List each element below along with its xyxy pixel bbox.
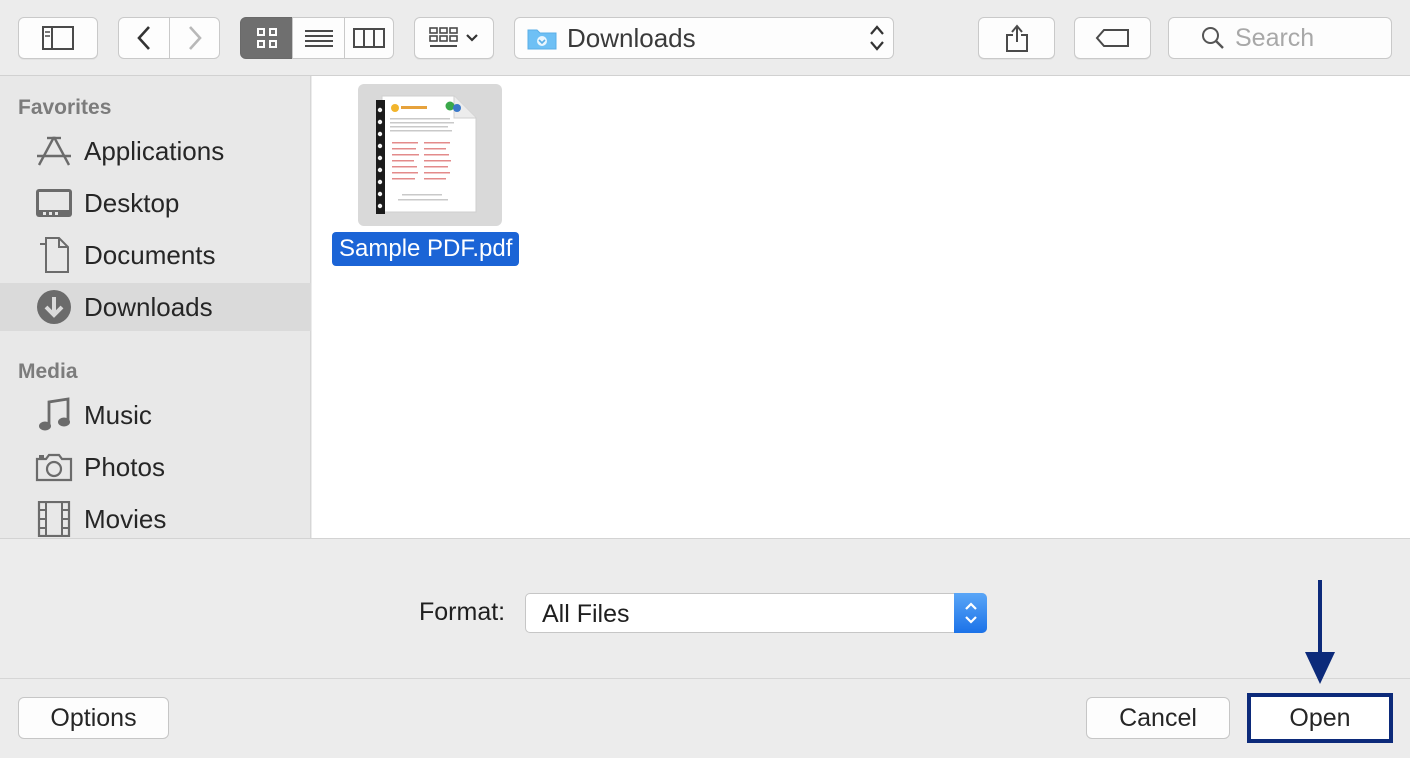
format-accessory: Format: All Files bbox=[0, 538, 1410, 678]
path-label: Downloads bbox=[567, 22, 696, 53]
open-button[interactable]: Open bbox=[1251, 697, 1389, 739]
camera-icon bbox=[34, 447, 74, 487]
sidebar-item-movies[interactable]: Movies bbox=[0, 495, 311, 543]
applications-icon bbox=[34, 131, 74, 171]
column-view-button[interactable] bbox=[344, 17, 394, 59]
icon-view-button[interactable] bbox=[240, 17, 293, 59]
format-label: Format: bbox=[419, 598, 506, 626]
film-icon bbox=[34, 499, 74, 539]
view-mode-segment bbox=[240, 17, 394, 59]
sidebar: Favorites Applications Desktop Documents… bbox=[0, 76, 311, 538]
sidebar-item-label: Documents bbox=[84, 239, 216, 270]
file-item-sample-pdf[interactable] bbox=[358, 84, 502, 226]
music-icon bbox=[34, 395, 74, 435]
sidebar-item-downloads[interactable]: Downloads bbox=[0, 283, 311, 331]
list-icon bbox=[304, 30, 333, 47]
sidebar-heading-favorites: Favorites bbox=[18, 96, 112, 119]
icon-grid-icon bbox=[256, 28, 277, 48]
arrange-button[interactable] bbox=[414, 17, 494, 59]
toolbar: Downloads bbox=[0, 0, 1410, 76]
sidebar-item-label: Movies bbox=[84, 503, 167, 534]
list-view-button[interactable] bbox=[292, 17, 345, 59]
up-down-chevron-icon bbox=[870, 25, 884, 51]
sidebar-item-music[interactable]: Music bbox=[0, 391, 311, 439]
share-icon bbox=[1005, 24, 1028, 52]
sidebar-heading-media: Media bbox=[18, 360, 78, 383]
columns-icon bbox=[353, 28, 385, 48]
back-button[interactable] bbox=[118, 17, 170, 59]
chevron-down-icon bbox=[466, 34, 478, 42]
button-bar: Options Cancel Open bbox=[0, 678, 1410, 758]
sidebar-item-label: Downloads bbox=[84, 291, 213, 322]
sidebar-item-label: Music bbox=[84, 399, 152, 430]
sidebar-item-label: Photos bbox=[84, 451, 165, 482]
pdf-document-icon bbox=[376, 95, 477, 214]
downloads-folder-icon bbox=[527, 29, 557, 50]
sidebar-item-applications[interactable]: Applications bbox=[0, 127, 311, 175]
share-button[interactable] bbox=[978, 17, 1055, 59]
up-down-chevron-icon bbox=[964, 602, 977, 624]
sidebar-item-documents[interactable]: Documents bbox=[0, 231, 311, 279]
sidebar-item-label: Applications bbox=[84, 135, 225, 166]
annotation-arrow-icon bbox=[1305, 580, 1335, 684]
arrange-grid-icon bbox=[429, 27, 458, 47]
sidebar-toggle-button[interactable] bbox=[18, 17, 98, 59]
downloads-icon bbox=[34, 287, 74, 327]
documents-icon bbox=[34, 235, 74, 275]
options-button[interactable]: Options bbox=[18, 697, 169, 739]
forward-button[interactable] bbox=[169, 17, 220, 59]
cancel-button[interactable]: Cancel bbox=[1086, 697, 1230, 739]
search-icon bbox=[1202, 27, 1224, 49]
sidebar-icon bbox=[42, 26, 74, 50]
file-browser: Sample PDF.pdf bbox=[312, 76, 1410, 538]
open-button-highlight: Open bbox=[1247, 693, 1393, 743]
tag-icon bbox=[1095, 29, 1129, 47]
path-popup[interactable]: Downloads bbox=[514, 17, 894, 59]
sidebar-item-label: Desktop bbox=[84, 187, 180, 218]
desktop-icon bbox=[34, 183, 74, 223]
sidebar-item-photos[interactable]: Photos bbox=[0, 443, 311, 491]
search-input[interactable] bbox=[1235, 23, 1385, 53]
format-popup[interactable]: All Files bbox=[525, 593, 987, 633]
tags-button[interactable] bbox=[1074, 17, 1151, 59]
sidebar-item-desktop[interactable]: Desktop bbox=[0, 179, 311, 227]
chevron-right-icon bbox=[188, 26, 202, 50]
format-stepper[interactable] bbox=[954, 593, 987, 633]
format-value: All Files bbox=[542, 600, 630, 628]
nav-buttons bbox=[118, 17, 220, 59]
search-field[interactable] bbox=[1168, 17, 1392, 59]
chevron-left-icon bbox=[137, 26, 150, 50]
file-name-label[interactable]: Sample PDF.pdf bbox=[332, 232, 520, 266]
